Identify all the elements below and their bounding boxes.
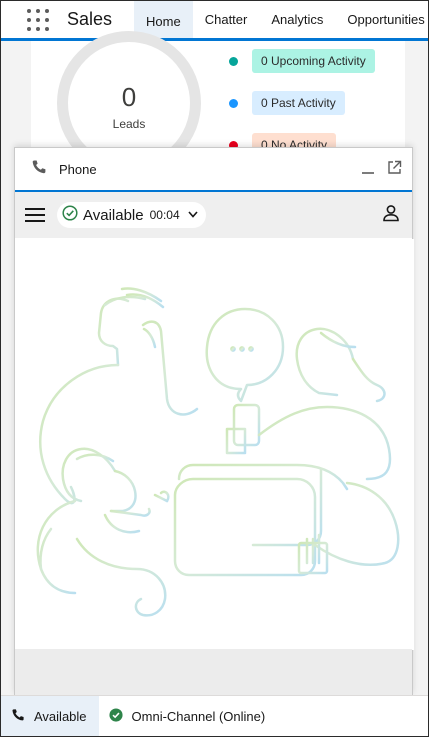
utility-omni-channel-label: Omni-Channel (Online) bbox=[131, 708, 266, 724]
presence-status-dropdown[interactable]: Available 00:04 bbox=[57, 202, 206, 228]
phone-panel-header: Phone bbox=[15, 148, 412, 192]
utility-phone-button[interactable]: Available bbox=[1, 696, 99, 736]
leads-count: 0 bbox=[121, 82, 137, 112]
check-circle-icon bbox=[62, 204, 78, 226]
phone-panel-title: Phone bbox=[59, 161, 97, 177]
legend-item-past[interactable]: 0 Past Activity bbox=[229, 91, 345, 115]
utility-phone-label: Available bbox=[34, 708, 87, 724]
app-launcher-icon[interactable] bbox=[27, 8, 49, 31]
status-dot-icon bbox=[229, 56, 238, 66]
minimize-icon[interactable] bbox=[361, 161, 375, 178]
app-window: Sales Home Chatter Analytics Opportuniti… bbox=[0, 0, 429, 737]
status-dot-icon bbox=[229, 98, 238, 108]
user-icon[interactable] bbox=[382, 204, 400, 227]
presence-timer: 00:04 bbox=[149, 208, 180, 222]
legend-label: 0 Past Activity bbox=[252, 91, 345, 115]
tab-analytics[interactable]: Analytics bbox=[259, 1, 335, 38]
tab-chatter[interactable]: Chatter bbox=[193, 1, 260, 38]
leads-label: Leads bbox=[112, 117, 146, 131]
phone-icon bbox=[31, 159, 47, 180]
presence-status-label: Available bbox=[83, 206, 144, 224]
utility-omni-channel-button[interactable]: Omni-Channel (Online) bbox=[99, 696, 278, 736]
leads-dashboard-card: 0 Leads 0 Upcoming Activity 0 Past Activ… bbox=[31, 31, 405, 175]
phone-panel: Phone Available 00:04 bbox=[14, 147, 414, 695]
check-circle-icon bbox=[108, 707, 123, 725]
popout-icon[interactable] bbox=[387, 160, 402, 178]
top-nav-bar: Sales Home Chatter Analytics Opportuniti… bbox=[1, 1, 428, 41]
utility-bar: Available Omni-Channel (Online) bbox=[1, 695, 428, 736]
tab-opportunities[interactable]: Opportunities bbox=[335, 1, 428, 38]
chevron-down-icon bbox=[188, 210, 198, 221]
presence-status-bar: Available 00:04 bbox=[15, 192, 412, 238]
app-name: Sales bbox=[67, 9, 113, 29]
legend-item-upcoming[interactable]: 0 Upcoming Activity bbox=[229, 49, 375, 73]
menu-icon[interactable] bbox=[25, 208, 45, 222]
phone-icon bbox=[11, 708, 25, 725]
phone-panel-footer bbox=[15, 649, 412, 695]
legend-label: 0 Upcoming Activity bbox=[252, 49, 375, 73]
idle-illustration bbox=[15, 239, 414, 650]
